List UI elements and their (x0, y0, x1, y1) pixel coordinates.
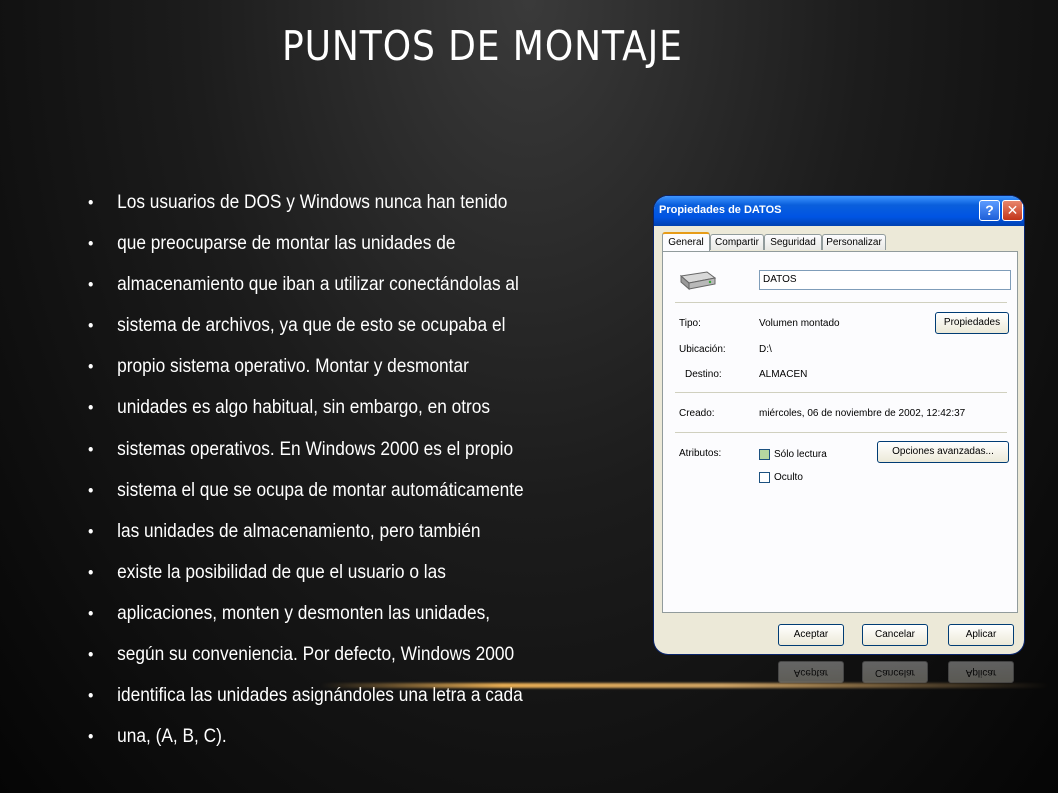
cancelar-button[interactable]: Cancelar (862, 624, 928, 646)
bullet-item: Los usuarios de DOS y Windows nunca han … (88, 188, 524, 229)
opciones-avanzadas-button[interactable]: Opciones avanzadas... (877, 441, 1009, 463)
slide-title: PUNTOS DE MONTAJE (282, 22, 683, 70)
aplicar-button[interactable]: Aplicar (948, 624, 1014, 646)
tab-personalizar[interactable]: Personalizar (822, 234, 886, 250)
bullet-item: existe la posibilidad de que el usuario … (88, 558, 524, 599)
aceptar-reflection: Aceptar (778, 661, 844, 683)
separator (675, 392, 1007, 393)
bullet-item: unidades es algo habitual, sin embargo, … (88, 393, 524, 434)
bullet-item: que preocuparse de montar las unidades d… (88, 229, 524, 270)
bullet-item: propio sistema operativo. Montar y desmo… (88, 352, 524, 393)
dialog-titlebar: Propiedades de DATOS ? ✕ (654, 196, 1024, 226)
tab-seguridad[interactable]: Seguridad (764, 234, 822, 250)
atributos-label: Atributos: (679, 448, 722, 459)
solo-lectura-label[interactable]: Sólo lectura (774, 449, 827, 460)
tipo-value: Volumen montado (759, 318, 840, 329)
bullet-item: según su conveniencia. Por defecto, Wind… (88, 640, 524, 681)
drive-icon (679, 271, 717, 291)
creado-label: Creado: (679, 408, 715, 419)
bullet-item: una, (A, B, C). (88, 722, 524, 763)
volume-name-field[interactable]: DATOS (759, 270, 1011, 290)
creado-value: miércoles, 06 de noviembre de 2002, 12:4… (759, 408, 966, 419)
tab-general[interactable]: General (662, 232, 710, 252)
general-tab-panel: DATOS Tipo: Volumen montado Propiedades … (662, 251, 1018, 613)
bullet-list: Los usuarios de DOS y Windows nunca han … (88, 188, 567, 763)
oculto-checkbox[interactable] (759, 472, 770, 483)
destino-label: Destino: (685, 369, 722, 380)
cancelar-reflection: Cancelar (862, 661, 928, 683)
solo-lectura-checkbox[interactable] (759, 449, 770, 460)
ubicacion-label: Ubicación: (679, 344, 726, 355)
properties-dialog-screenshot: Propiedades de DATOS ? ✕ General Compart… (654, 196, 1024, 654)
bullet-item: las unidades de almacenamiento, pero tam… (88, 517, 524, 558)
separator (675, 302, 1007, 303)
bullet-item: aplicaciones, monten y desmonten las uni… (88, 599, 524, 640)
destino-value: ALMACEN (759, 369, 808, 380)
bullet-item: sistema de archivos, ya que de esto se o… (88, 311, 524, 352)
tipo-label: Tipo: (679, 318, 701, 329)
separator (675, 432, 1007, 433)
dialog-title: Propiedades de DATOS (659, 204, 782, 216)
propiedades-button[interactable]: Propiedades (935, 312, 1009, 334)
aceptar-button[interactable]: Aceptar (778, 624, 844, 646)
bullet-item: sistemas operativos. En Windows 2000 es … (88, 435, 524, 476)
bullet-item: almacenamiento que iban a utilizar conec… (88, 270, 524, 311)
bullet-item: sistema el que se ocupa de montar automá… (88, 476, 524, 517)
ubicacion-value: D:\ (759, 344, 772, 355)
dialog-reflection: Aceptar Cancelar Aplicar (654, 657, 1024, 737)
oculto-label[interactable]: Oculto (774, 472, 803, 483)
aplicar-reflection: Aplicar (948, 661, 1014, 683)
help-button[interactable]: ? (979, 200, 1000, 221)
close-button[interactable]: ✕ (1002, 200, 1023, 221)
tab-compartir[interactable]: Compartir (710, 234, 764, 250)
